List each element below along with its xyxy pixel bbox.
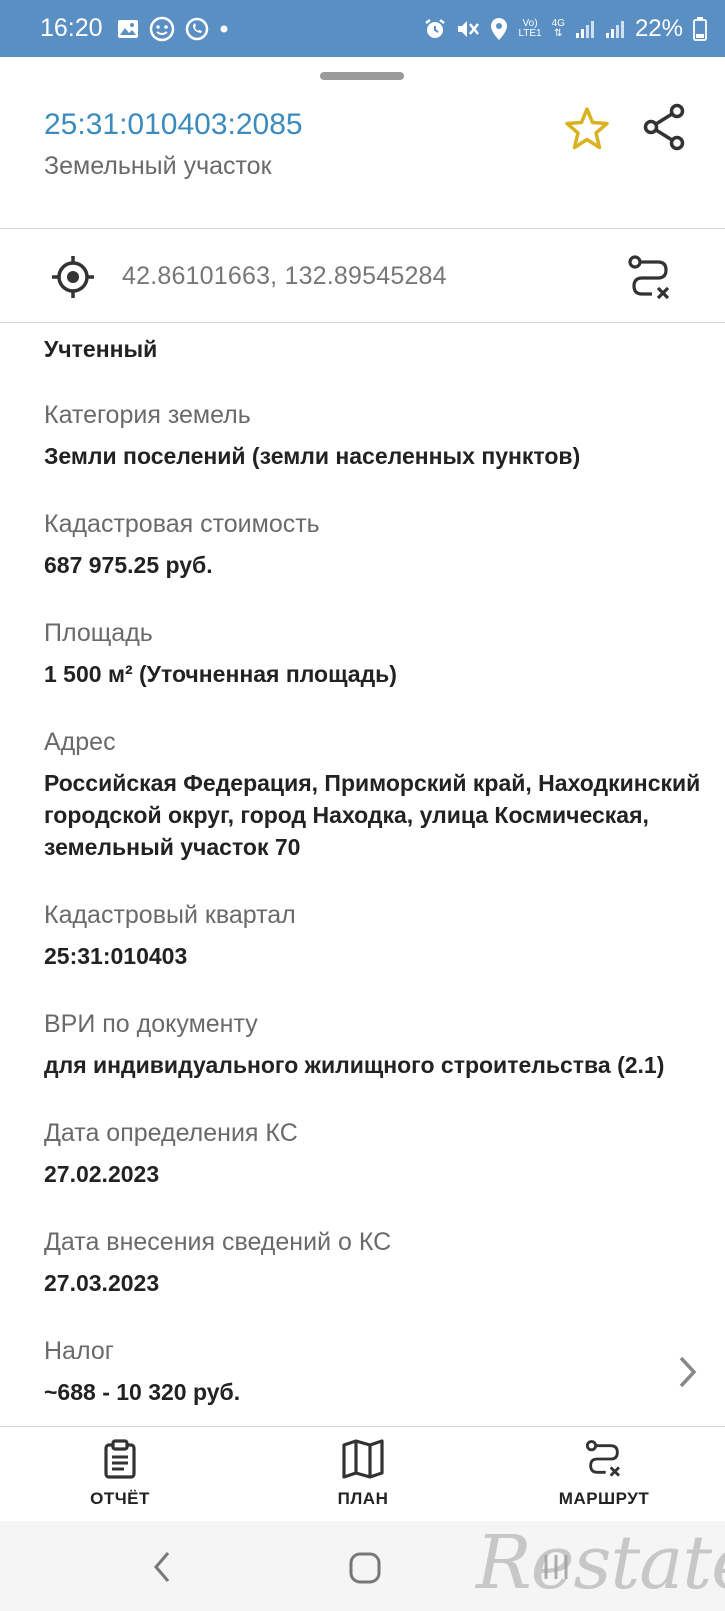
chevron-right-icon — [679, 1356, 697, 1388]
status-time: 16:20 — [40, 14, 103, 42]
registration-status: Учтенный — [44, 336, 158, 362]
field-value: ~688 - 10 320 руб. — [44, 1379, 241, 1405]
star-icon — [565, 107, 609, 150]
field-value: 1 500 м² (Уточненная площадь) — [44, 661, 397, 687]
signal-icon — [605, 19, 625, 39]
signal-icon — [575, 19, 595, 39]
field-label: Дата внесения сведений о КС — [44, 1228, 392, 1256]
map-icon — [342, 1439, 384, 1479]
watermark-logo: Restate — [476, 1520, 725, 1606]
home-button[interactable] — [348, 1551, 382, 1585]
field-area: Площадь 1 500 м² (Уточненная площадь) — [44, 619, 724, 690]
face-icon — [149, 16, 175, 42]
field-label: ВРИ по документу — [44, 1010, 258, 1038]
clipboard-icon — [104, 1439, 136, 1479]
nav-label-route: МАРШРУТ — [558, 1489, 650, 1508]
object-header: 25:31:010403:2085 Земельный участок — [0, 96, 725, 226]
back-icon — [154, 1552, 170, 1582]
field-label: Адрес — [44, 728, 116, 756]
home-icon — [349, 1552, 381, 1584]
bottom-nav: ОТЧЁТ ПЛАН МАРШРУТ — [0, 1426, 725, 1522]
favorite-button[interactable] — [562, 104, 612, 154]
status-bar: 16:20 Vo) LTE1 4G ⇅ 22% — [0, 0, 725, 57]
route-button[interactable] — [626, 254, 674, 302]
divider — [0, 322, 725, 323]
nav-label-report: ОТЧЁТ — [90, 1489, 150, 1508]
tax-details-button[interactable] — [676, 1352, 700, 1392]
field-value-date: Дата определения КС 27.02.2023 — [44, 1119, 724, 1190]
share-button[interactable] — [640, 102, 690, 152]
field-address: Адрес Российская Федерация, Приморский к… — [44, 728, 724, 863]
battery-percent: 22% — [634, 14, 683, 42]
back-button[interactable] — [148, 1549, 178, 1585]
crosshair-icon — [52, 256, 94, 298]
field-land-category: Категория земель Земли поселений (земли … — [44, 401, 724, 472]
route-nav-button[interactable]: МАРШРУТ — [524, 1439, 684, 1519]
field-value: для индивидуального жилищного строительс… — [44, 1052, 665, 1078]
field-label: Площадь — [44, 619, 153, 647]
route-icon — [585, 1440, 621, 1477]
location-icon — [490, 17, 508, 41]
dot-icon — [219, 24, 229, 34]
share-icon — [643, 103, 685, 151]
field-cadastral-value: Кадастровая стоимость 687 975.25 руб. — [44, 510, 724, 581]
nav-label-plan: ПЛАН — [337, 1489, 389, 1508]
locate-button[interactable] — [50, 254, 96, 300]
field-value: Земли поселений (земли населенных пункто… — [44, 443, 581, 469]
field-label: Категория земель — [44, 401, 251, 429]
network-type-label: 4G ⇅ — [551, 17, 565, 39]
field-label: Кадастровый квартал — [44, 901, 296, 929]
whatsapp-icon — [185, 17, 209, 41]
field-label: Дата определения КС — [44, 1119, 298, 1147]
sheet-drag-handle[interactable] — [320, 72, 404, 80]
volte-label: Vo) LTE1 — [518, 17, 542, 39]
field-entry-date: Дата внесения сведений о КС 27.03.2023 — [44, 1228, 724, 1299]
report-button[interactable]: ОТЧЁТ — [40, 1439, 200, 1519]
field-permitted-use: ВРИ по документу для индивидуального жил… — [44, 1010, 724, 1081]
details-list: Учтенный Категория земель Земли поселени… — [44, 330, 724, 1408]
field-label: Кадастровая стоимость — [44, 510, 320, 538]
route-icon — [628, 255, 670, 300]
field-value: 25:31:010403 — [44, 943, 188, 969]
mute-icon — [456, 18, 480, 40]
field-value: 27.02.2023 — [44, 1161, 160, 1187]
cadastral-number[interactable]: 25:31:010403:2085 — [44, 108, 303, 142]
plan-button[interactable]: ПЛАН — [283, 1439, 443, 1519]
battery-icon — [693, 16, 707, 41]
data-arrows-icon: ⇅ — [554, 27, 563, 39]
field-cadastral-quarter: Кадастровый квартал 25:31:010403 — [44, 901, 724, 972]
field-label: Налог — [44, 1337, 114, 1365]
field-value: 687 975.25 руб. — [44, 552, 213, 578]
coordinates-text[interactable]: 42.86101663, 132.89545284 — [122, 262, 447, 291]
alarm-icon — [424, 18, 446, 40]
field-value: 27.03.2023 — [44, 1270, 160, 1296]
coordinates-row: 42.86101663, 132.89545284 — [0, 230, 725, 322]
field-value: Российская Федерация, Приморский край, Н… — [44, 770, 701, 860]
field-tax[interactable]: Налог ~688 - 10 320 руб. — [44, 1337, 724, 1408]
divider — [0, 228, 725, 229]
image-icon — [117, 19, 139, 39]
object-type: Земельный участок — [44, 152, 272, 180]
